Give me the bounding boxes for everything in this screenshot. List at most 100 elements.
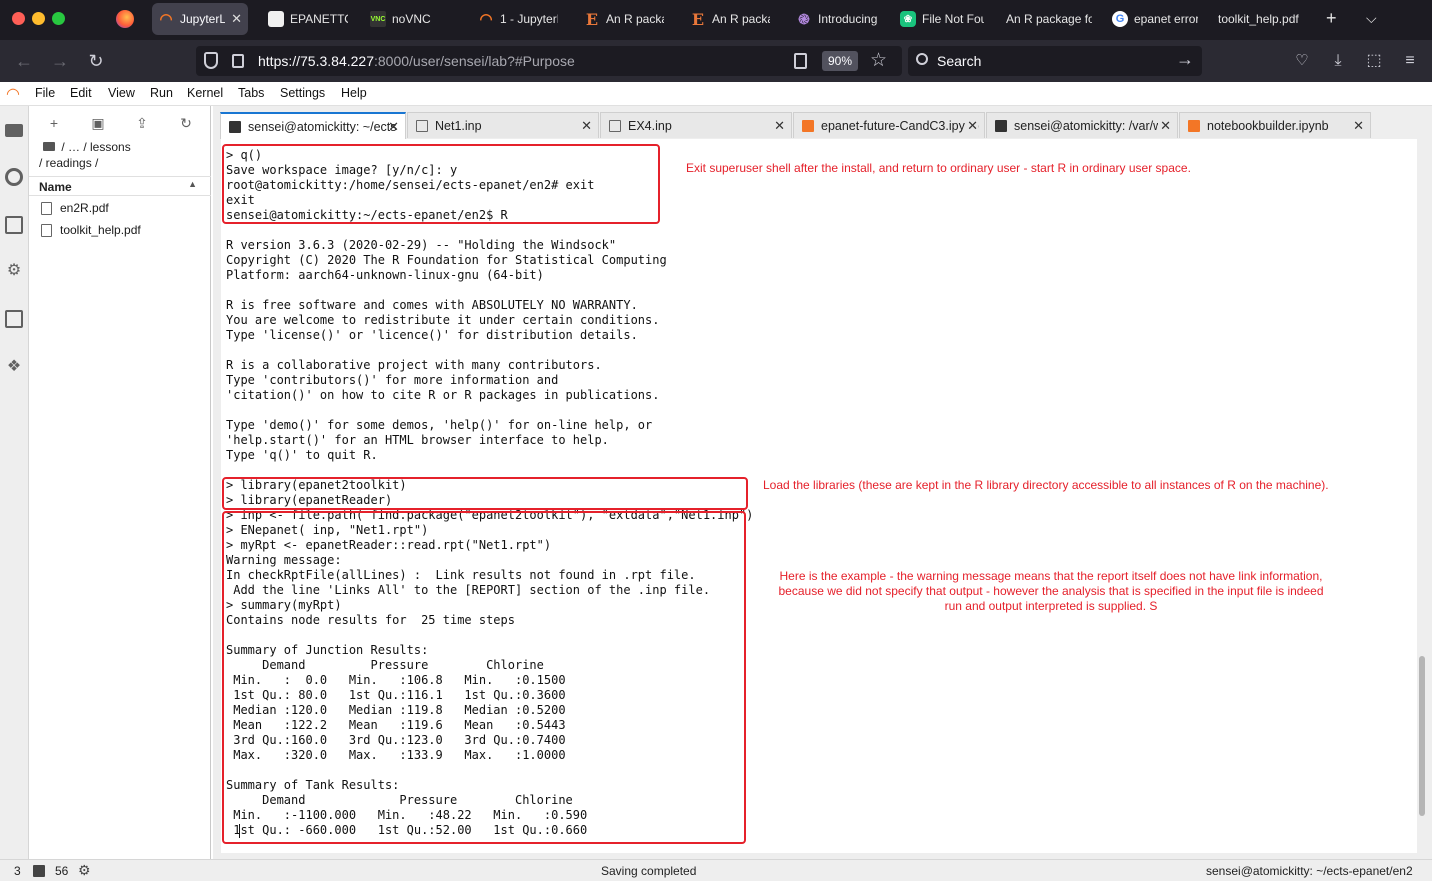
- minimize-window-button[interactable]: [32, 12, 45, 25]
- terminal-icon[interactable]: [33, 865, 45, 877]
- folder-icon[interactable]: [43, 142, 55, 151]
- upload-icon[interactable]: ⇪: [134, 115, 150, 131]
- browser-tab[interactable]: E An R package: [684, 0, 776, 38]
- jupyter-icon: ◠: [479, 11, 493, 28]
- file-list-header[interactable]: Name ▲: [29, 176, 211, 196]
- close-icon[interactable]: ✕: [1353, 118, 1364, 134]
- command-palette-icon[interactable]: [5, 216, 23, 234]
- refresh-icon[interactable]: ↻: [178, 115, 194, 131]
- sort-ascending-icon[interactable]: ▲: [188, 179, 197, 189]
- highlight-box-example: [222, 511, 746, 844]
- status-message: Saving completed: [601, 864, 697, 878]
- back-button[interactable]: ←: [14, 51, 34, 71]
- search-bar[interactable]: Search →: [908, 46, 1202, 76]
- breadcrumb: / … / lessons: [43, 140, 131, 154]
- extensions-icon[interactable]: ⬚: [1364, 51, 1384, 71]
- extension-manager-icon[interactable]: ❖: [5, 358, 23, 376]
- close-tab-icon[interactable]: ✕: [231, 11, 242, 27]
- folder-icon[interactable]: [5, 124, 23, 137]
- status-terminal-count[interactable]: 56: [55, 864, 68, 878]
- menu-kernel[interactable]: Kernel: [187, 86, 223, 100]
- new-tab-button[interactable]: +: [1326, 8, 1337, 28]
- tab-terminal-var[interactable]: sensei@atomickitty: /var/w ✕: [986, 112, 1178, 138]
- close-icon[interactable]: ✕: [581, 118, 592, 134]
- file-item[interactable]: toolkit_help.pdf: [41, 220, 141, 240]
- close-window-button[interactable]: [12, 12, 25, 25]
- breadcrumb-path[interactable]: / … / lessons: [61, 140, 130, 154]
- browser-tab[interactable]: VNC noVNC: [364, 0, 454, 38]
- tab-net1-inp[interactable]: Net1.inp ✕: [407, 112, 599, 138]
- maximize-window-button[interactable]: [52, 12, 65, 25]
- menu-view[interactable]: View: [108, 86, 135, 100]
- search-input[interactable]: Search: [937, 53, 981, 69]
- browser-tab[interactable]: ֎ Introducing: [790, 0, 886, 38]
- browser-tab[interactable]: E An R package: [578, 0, 670, 38]
- tab-notebookbuilder[interactable]: notebookbuilder.ipynb ✕: [1179, 112, 1371, 138]
- browser-tab[interactable]: ◠ 1 - JupyterLab: [472, 0, 564, 38]
- e-icon: E: [691, 9, 705, 29]
- downloads-icon[interactable]: ⤓: [1328, 51, 1348, 71]
- shield-icon[interactable]: [204, 52, 218, 69]
- bookmark-star-icon[interactable]: ☆: [870, 49, 887, 72]
- zoom-level-button[interactable]: 90%: [822, 51, 858, 71]
- menu-file[interactable]: File: [35, 86, 55, 100]
- menu-edit[interactable]: Edit: [70, 86, 92, 100]
- gear-icon[interactable]: ⚙: [78, 862, 91, 879]
- tab-epanet-future-notebook[interactable]: epanet-future-CandC3.ipynb ✕: [793, 112, 985, 138]
- status-kernel-count[interactable]: 3: [14, 864, 21, 878]
- menu-tabs[interactable]: Tabs: [238, 86, 264, 100]
- annotation-example: Here is the example - the warning messag…: [778, 569, 1324, 613]
- forward-button[interactable]: →: [50, 51, 70, 71]
- highlight-box-exit: [222, 144, 660, 224]
- browser-tab[interactable]: An R package fo: [1000, 0, 1098, 38]
- arrow-right-icon[interactable]: →: [1176, 49, 1194, 70]
- close-icon[interactable]: ✕: [774, 118, 785, 134]
- running-sessions-icon[interactable]: [5, 168, 23, 186]
- breadcrumb-current[interactable]: / readings /: [39, 156, 98, 170]
- new-folder-icon[interactable]: ▣: [90, 115, 106, 131]
- pocket-icon[interactable]: ♡: [1292, 51, 1312, 71]
- menu-run[interactable]: Run: [150, 86, 173, 100]
- notebook-icon: [1188, 119, 1200, 132]
- reader-view-icon[interactable]: [794, 53, 807, 69]
- close-icon[interactable]: ✕: [965, 118, 978, 134]
- list-all-tabs-icon[interactable]: ⌵: [1366, 8, 1377, 28]
- terminal-icon: [229, 120, 241, 133]
- browser-tab[interactable]: ❀ File Not Found: [894, 0, 990, 38]
- new-launcher-icon[interactable]: +: [46, 115, 62, 131]
- browser-tab-strip: ◠ JupyterLab ✕ EPANETTOOLS VNC noVNC ◠ 1…: [0, 0, 1432, 40]
- status-terminal-path: sensei@atomickitty: ~/ects-epanet/en2: [1206, 864, 1413, 878]
- file-item[interactable]: en2R.pdf: [41, 198, 109, 218]
- browser-nav-bar: ← → ↻ https://75.3.84.227:8000/user/sens…: [0, 40, 1432, 82]
- tab-ex4-inp[interactable]: EX4.inp ✕: [600, 112, 792, 138]
- menu-settings[interactable]: Settings: [280, 86, 325, 100]
- file-icon: [416, 119, 428, 132]
- hamburger-menu-icon[interactable]: ≡: [1400, 51, 1420, 71]
- firefox-view-icon[interactable]: [116, 10, 134, 28]
- file-icon: [41, 201, 52, 215]
- google-icon: G: [1112, 11, 1128, 27]
- url-bar[interactable]: https://75.3.84.227:8000/user/sensei/lab…: [196, 46, 902, 76]
- highlight-box-library: [222, 477, 748, 510]
- lock-icon[interactable]: [232, 54, 244, 68]
- tabs-icon[interactable]: [5, 310, 23, 328]
- notebook-icon: [802, 119, 814, 132]
- file-browser: + ▣ ⇪ ↻ / … / lessons / readings / Name …: [29, 106, 211, 859]
- property-inspector-icon[interactable]: ⚙: [5, 262, 23, 280]
- browser-tab[interactable]: G epanet error: [1106, 0, 1204, 38]
- file-icon: [609, 119, 621, 132]
- openai-icon: ❀: [900, 11, 916, 27]
- reload-button[interactable]: ↻: [86, 51, 106, 71]
- e-icon: E: [585, 9, 599, 29]
- terminal-icon: [995, 119, 1007, 132]
- scrollbar-thumb[interactable]: [1419, 656, 1425, 816]
- browser-tab[interactable]: toolkit_help.pdf: [1212, 0, 1314, 38]
- url-text[interactable]: https://75.3.84.227:8000/user/sensei/lab…: [258, 53, 575, 69]
- browser-tab-jupyterlab[interactable]: ◠ JupyterLab ✕: [152, 3, 248, 35]
- close-icon[interactable]: ✕: [388, 119, 399, 135]
- browser-tab[interactable]: EPANETTOOLS: [262, 0, 354, 38]
- tab-terminal-ects[interactable]: sensei@atomickitty: ~/ects ✕: [220, 112, 406, 139]
- menu-help[interactable]: Help: [341, 86, 367, 100]
- column-name[interactable]: Name: [39, 180, 72, 194]
- close-icon[interactable]: ✕: [1158, 118, 1171, 134]
